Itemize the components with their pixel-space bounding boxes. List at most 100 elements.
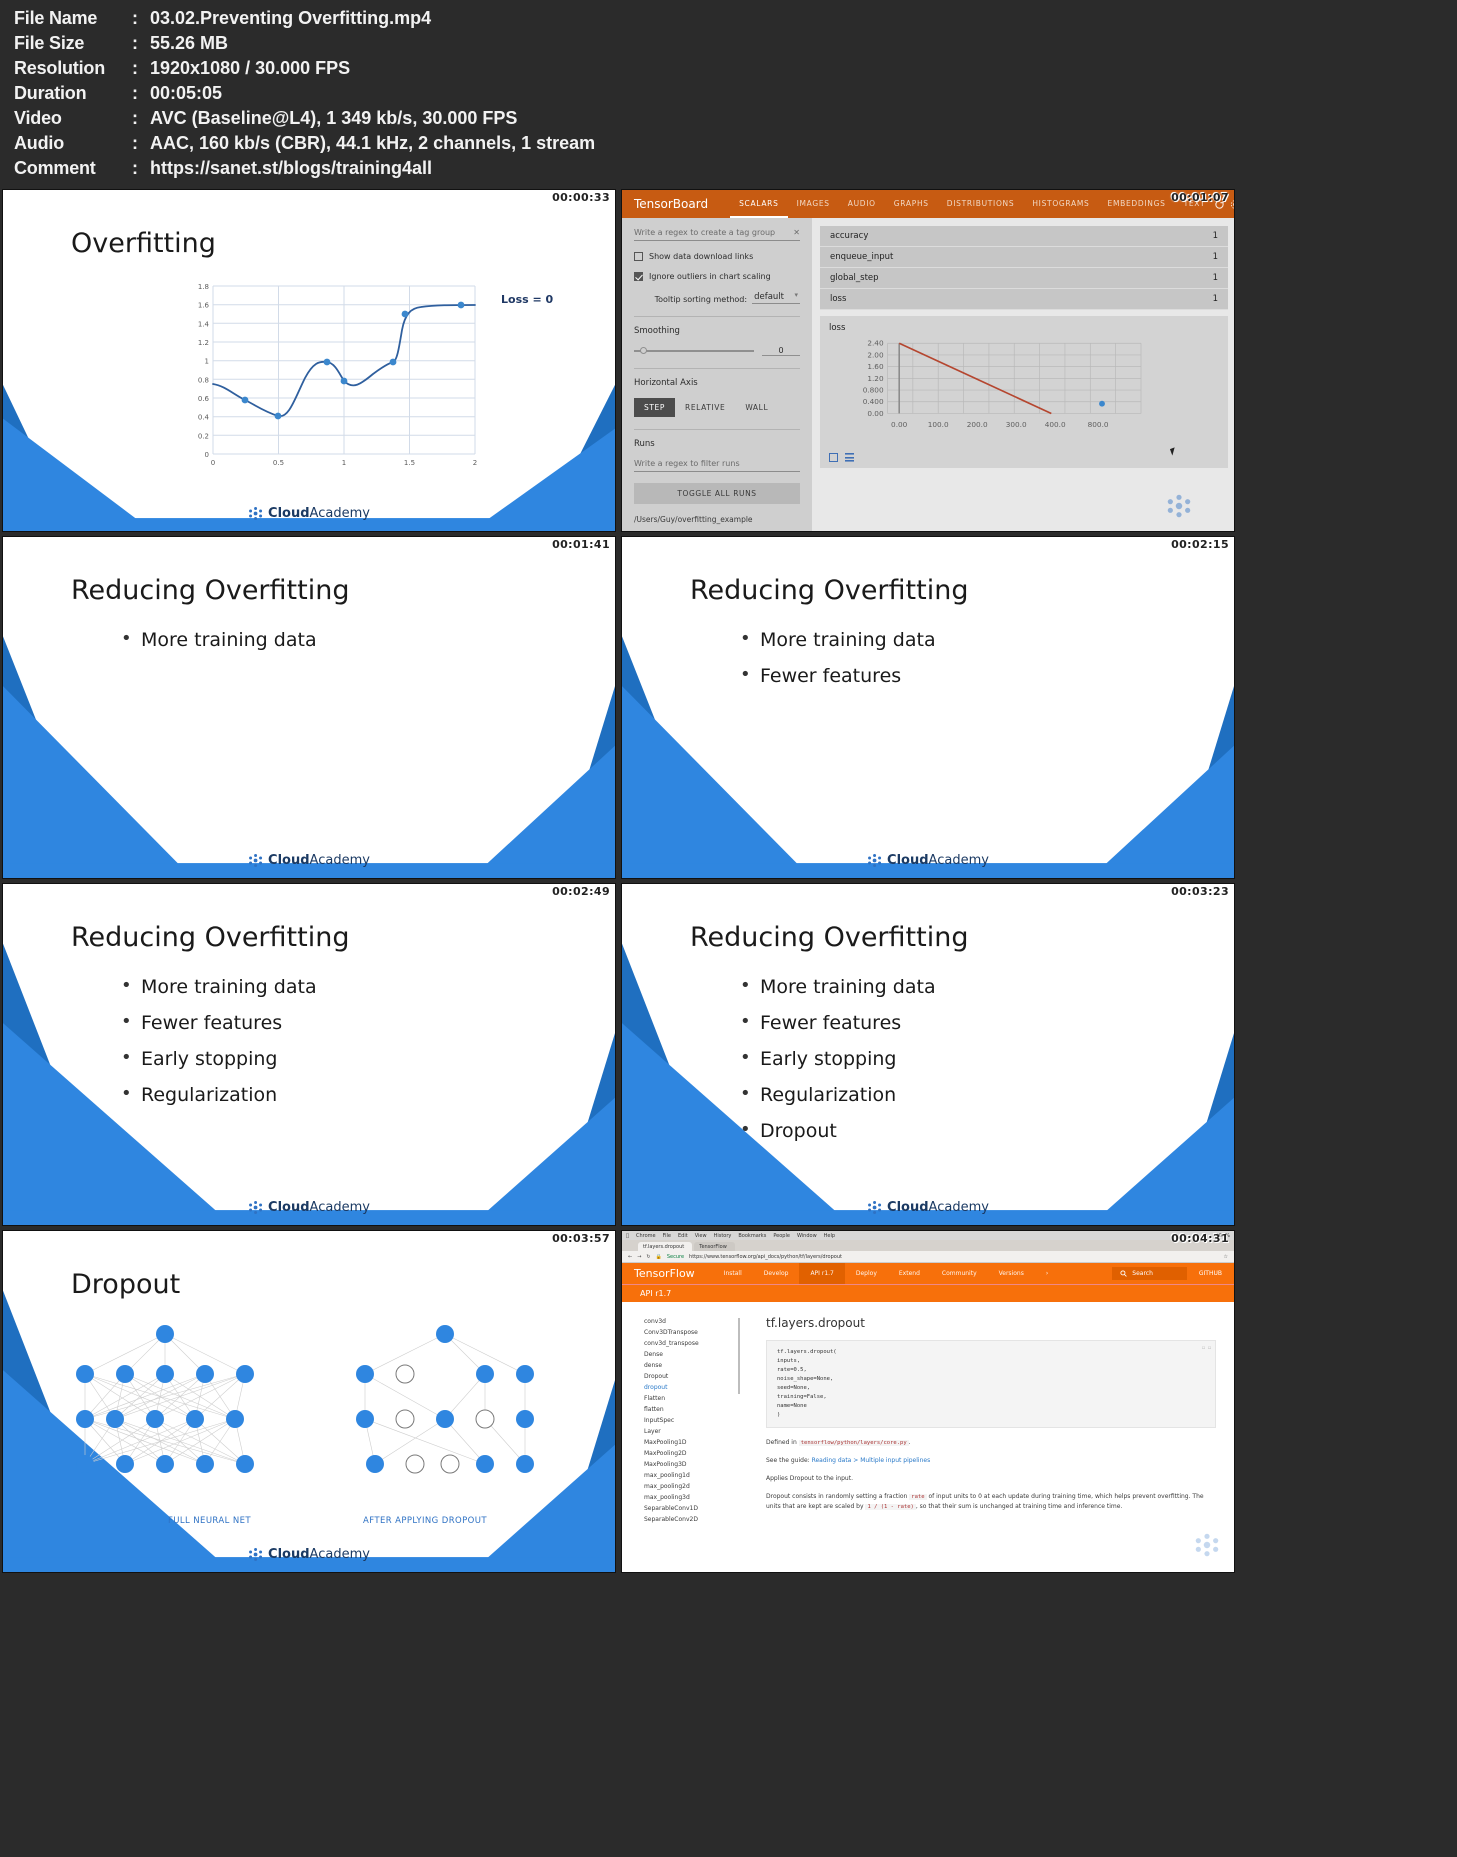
slider-track[interactable] bbox=[634, 347, 754, 355]
sidebar-item-dense[interactable]: dense bbox=[644, 1360, 748, 1371]
info-separator: : bbox=[132, 58, 138, 78]
checkbox-label: Show data download links bbox=[649, 252, 754, 261]
defined-in-path[interactable]: tensorflow/python/layers/core.py bbox=[798, 1440, 909, 1446]
menu-chrome[interactable]: Chrome bbox=[636, 1233, 656, 1239]
info-separator: : bbox=[132, 158, 138, 178]
sidebar-item-max-pooling2d[interactable]: max_pooling2d bbox=[644, 1481, 748, 1492]
thumbnail-reducing-1[interactable]: Reducing Overfitting More training data … bbox=[2, 536, 616, 879]
sidebar-item-dense-class[interactable]: Dense bbox=[644, 1349, 748, 1360]
slider-knob[interactable] bbox=[640, 347, 647, 355]
code-line: inputs, bbox=[777, 1358, 801, 1364]
docs-sidebar[interactable]: conv3d Conv3DTranspose conv3d_transpose … bbox=[622, 1302, 748, 1572]
tab-histograms[interactable]: HISTOGRAMS bbox=[1023, 190, 1098, 218]
sidebar-item-flatten[interactable]: flatten bbox=[644, 1404, 748, 1415]
cloudacademy-mark-icon bbox=[868, 1201, 882, 1214]
nav-community[interactable]: Community bbox=[931, 1263, 988, 1284]
tag-group-regex-input[interactable]: Write a regex to create a tag group ✕ bbox=[634, 228, 800, 241]
chart-svg: 1.8 1.6 1.4 1.2 1 0.8 0.6 0.4 0.2 0 0 0.… bbox=[198, 283, 477, 467]
thumbnail-tensorboard[interactable]: TensorBoard SCALARS IMAGES AUDIO GRAPHS … bbox=[621, 189, 1235, 532]
nav-extend[interactable]: Extend bbox=[888, 1263, 931, 1284]
forward-icon[interactable]: → bbox=[637, 1254, 641, 1260]
browser-tab-tensorflow[interactable]: TensorFlow bbox=[694, 1242, 735, 1251]
browser-tab-dropout[interactable]: tf.layers.dropout bbox=[638, 1242, 693, 1251]
thumbnail-tensorflow-docs[interactable]:  Chrome File Edit View History Bookmark… bbox=[621, 1230, 1235, 1573]
loss-chart-card[interactable]: loss 2.40 2.00 1.60 1.20 0.800 0.400 0.0… bbox=[820, 316, 1228, 468]
tab-embeddings[interactable]: EMBEDDINGS bbox=[1099, 190, 1175, 218]
address-input[interactable]: https://www.tensorflow.org/api_docs/pyth… bbox=[689, 1254, 1218, 1260]
sidebar-item-conv3d[interactable]: conv3d bbox=[644, 1316, 748, 1327]
chevron-right-icon[interactable]: › bbox=[1035, 1263, 1059, 1284]
nav-develop[interactable]: Develop bbox=[753, 1263, 800, 1284]
sidebar-item-separableconv1d[interactable]: SeparableConv1D bbox=[644, 1503, 748, 1514]
loss-chart-title: loss bbox=[829, 323, 846, 333]
thumbnail-overfitting-chart[interactable]: Overfitting 1.8 1.6 1.4 1.2 1 0.8 0.6 0.… bbox=[2, 189, 616, 532]
gear-icon[interactable] bbox=[1230, 199, 1235, 210]
github-link[interactable]: GITHUB bbox=[1187, 1270, 1234, 1277]
data-series-icon[interactable] bbox=[845, 453, 854, 462]
menu-file[interactable]: File bbox=[663, 1233, 671, 1239]
checkbox-ignore-outliers[interactable]: Ignore outliers in chart scaling bbox=[634, 272, 800, 281]
nav-deploy[interactable]: Deploy bbox=[845, 1263, 888, 1284]
toggle-all-runs-button[interactable]: TOGGLE ALL RUNS bbox=[634, 483, 800, 504]
reload-icon[interactable]: ↻ bbox=[646, 1254, 650, 1260]
runs-filter-input[interactable]: Write a regex to filter runs bbox=[634, 459, 800, 472]
thumbnail-dropout[interactable]: Dropout FULL NEURAL NET AFTER APPLYING D… bbox=[2, 1230, 616, 1573]
back-icon[interactable]: ← bbox=[628, 1254, 632, 1260]
menu-people[interactable]: People bbox=[773, 1233, 790, 1239]
sidebar-item-dropout-class[interactable]: Dropout bbox=[644, 1371, 748, 1382]
menu-help[interactable]: Help bbox=[824, 1233, 835, 1239]
axis-button-wall[interactable]: WALL bbox=[735, 398, 778, 417]
copy-code-icon[interactable]: ☐ ☐ bbox=[1202, 1344, 1211, 1353]
smoothing-slider[interactable]: 0 bbox=[634, 346, 800, 356]
search-box[interactable]: Search bbox=[1112, 1267, 1187, 1280]
close-icon[interactable]: ✕ bbox=[793, 228, 800, 237]
axis-button-relative[interactable]: RELATIVE bbox=[675, 398, 735, 417]
axis-button-step[interactable]: STEP bbox=[634, 398, 676, 417]
sidebar-item-layer[interactable]: Layer bbox=[644, 1426, 748, 1437]
tag-row-enqueue-input[interactable]: enqueue_input 1 bbox=[820, 247, 1228, 268]
tag-row-loss[interactable]: loss 1 bbox=[820, 289, 1228, 310]
nav-versions[interactable]: Versions bbox=[988, 1263, 1035, 1284]
star-icon[interactable]: ☆ bbox=[1224, 1254, 1228, 1260]
tooltip-sorting-select[interactable]: default bbox=[752, 291, 800, 304]
sidebar-item-dropout[interactable]: dropout bbox=[644, 1382, 748, 1393]
menu-window[interactable]: Window bbox=[797, 1233, 817, 1239]
menu-bookmarks[interactable]: Bookmarks bbox=[738, 1233, 766, 1239]
tab-audio[interactable]: AUDIO bbox=[839, 190, 885, 218]
tag-row-accuracy[interactable]: accuracy 1 bbox=[820, 226, 1228, 247]
expand-icon[interactable] bbox=[829, 453, 838, 462]
cloudacademy-logo: CloudAcademy bbox=[867, 1200, 989, 1215]
list-item: Fewer features bbox=[740, 664, 936, 687]
tag-row-global-step[interactable]: global_step 1 bbox=[820, 268, 1228, 289]
smoothing-value[interactable]: 0 bbox=[762, 346, 800, 356]
sidebar-item-conv3dtranspose[interactable]: Conv3DTranspose bbox=[644, 1327, 748, 1338]
sidebar-item-maxpooling1d[interactable]: MaxPooling1D bbox=[644, 1437, 748, 1448]
tab-scalars[interactable]: SCALARS bbox=[730, 190, 788, 218]
tab-images[interactable]: IMAGES bbox=[788, 190, 839, 218]
sidebar-item-inputspec[interactable]: InputSpec bbox=[644, 1415, 748, 1426]
nav-api[interactable]: API r1.7 bbox=[799, 1263, 845, 1284]
sidebar-scrollbar[interactable] bbox=[737, 1318, 740, 1394]
sidebar-item-max-pooling1d[interactable]: max_pooling1d bbox=[644, 1470, 748, 1481]
sidebar-item-separableconv2d[interactable]: SeparableConv2D bbox=[644, 1514, 748, 1525]
info-value-file-size: 55.26 MB bbox=[150, 33, 229, 53]
thumbnail-reducing-3[interactable]: Reducing Overfitting More training data … bbox=[2, 883, 616, 1226]
sidebar-item-max-pooling3d[interactable]: max_pooling3d bbox=[644, 1492, 748, 1503]
run-path[interactable]: /Users/Guy/overfitting_example bbox=[634, 515, 800, 524]
nav-install[interactable]: Install bbox=[713, 1263, 753, 1284]
sidebar-item-maxpooling3d[interactable]: MaxPooling3D bbox=[644, 1459, 748, 1470]
tab-distributions[interactable]: DISTRIBUTIONS bbox=[938, 190, 1024, 218]
see-guide-link[interactable]: Reading data > Multiple input pipelines bbox=[812, 1457, 931, 1464]
thumbnail-reducing-2[interactable]: Reducing Overfitting More training data … bbox=[621, 536, 1235, 879]
tensorflow-brand[interactable]: TensorFlow bbox=[634, 1267, 695, 1280]
checkbox-show-download-links[interactable]: Show data download links bbox=[634, 252, 800, 261]
menu-view[interactable]: View bbox=[695, 1233, 707, 1239]
tab-graphs[interactable]: GRAPHS bbox=[885, 190, 938, 218]
sidebar-item-flatten-class[interactable]: Flatten bbox=[644, 1393, 748, 1404]
sidebar-item-conv3d-transpose[interactable]: conv3d_transpose bbox=[644, 1338, 748, 1349]
menu-edit[interactable]: Edit bbox=[678, 1233, 688, 1239]
menu-history[interactable]: History bbox=[714, 1233, 732, 1239]
sidebar-item-maxpooling2d[interactable]: MaxPooling2D bbox=[644, 1448, 748, 1459]
defined-in-paragraph: Defined in tensorflow/python/layers/core… bbox=[766, 1438, 1216, 1448]
thumbnail-reducing-4[interactable]: Reducing Overfitting More training data … bbox=[621, 883, 1235, 1226]
